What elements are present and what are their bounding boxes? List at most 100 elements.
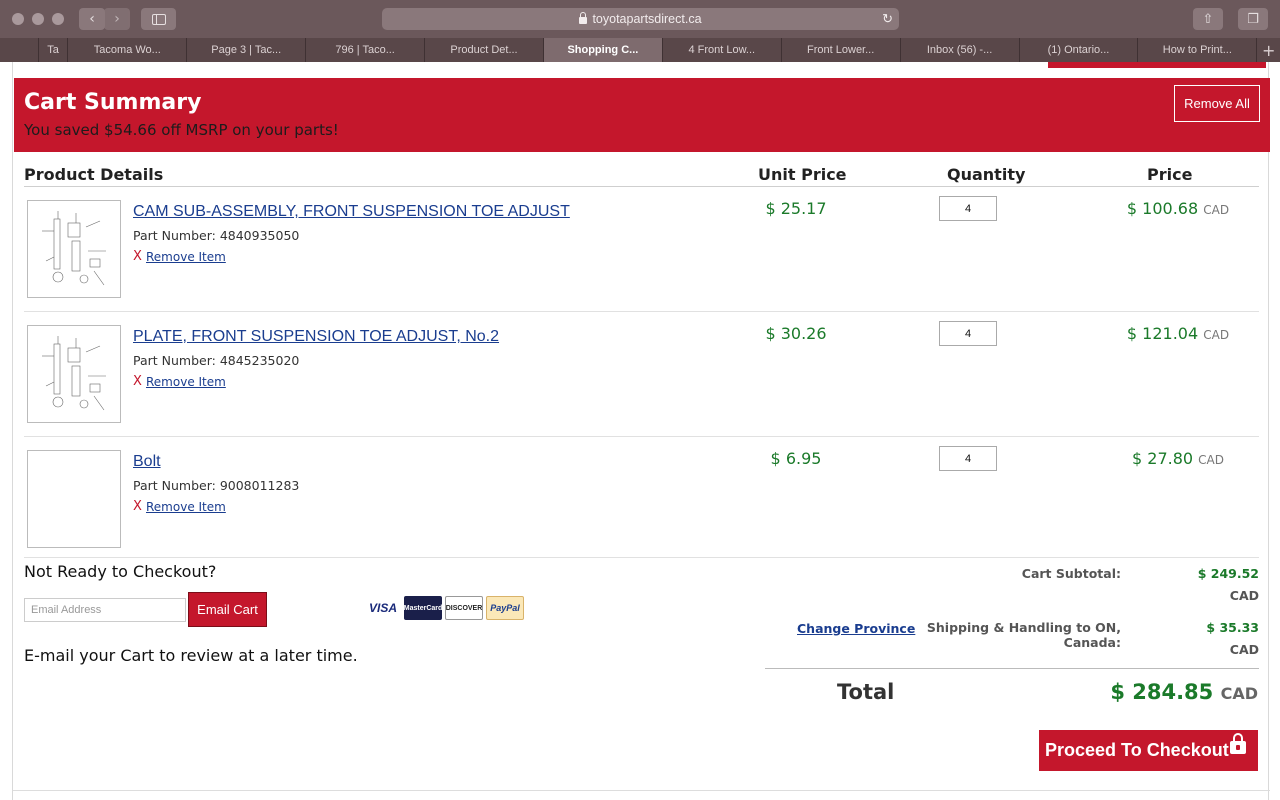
line-price: $ 27.80 CAD (1083, 449, 1273, 468)
share-icon: ⇧ (1202, 11, 1214, 27)
email-cart-button[interactable]: Email Cart (188, 592, 267, 627)
browser-tab[interactable]: Front Lower... (780, 38, 900, 62)
tab-spacer (0, 38, 38, 62)
tab-bar: Ta Tacoma Wo... Page 3 | Tac... 796 | Taco.… (0, 38, 1280, 62)
remove-x-icon[interactable]: X (133, 499, 142, 514)
remove-x-icon[interactable]: X (133, 249, 142, 264)
reload-icon[interactable]: ↻ (882, 11, 893, 27)
tabs-icon: ❐ (1247, 11, 1259, 27)
total-value: $ 284.85 (1110, 680, 1214, 704)
remove-all-button[interactable]: Remove All (1174, 85, 1260, 122)
line-price-currency: CAD (1203, 328, 1230, 342)
subtotal-value: $ 249.52 (1197, 566, 1259, 581)
product-name-link[interactable]: CAM SUB-ASSEMBLY, FRONT SUSPENSION TOE A… (133, 203, 570, 221)
forward-button[interactable]: › (104, 8, 130, 30)
share-button[interactable]: ⇧ (1193, 8, 1223, 30)
sidebar-icon (151, 13, 166, 25)
quantity-input[interactable]: 4 (939, 446, 997, 471)
total-amount: $ 284.85 CAD (1110, 680, 1258, 704)
line-price-value: $ 121.04 (1126, 324, 1199, 343)
chevron-right-icon: › (114, 11, 120, 27)
unit-price: $ 30.26 (765, 324, 827, 343)
column-header-unit-price: Unit Price (758, 165, 847, 184)
column-header-price: Price (1147, 165, 1193, 184)
savings-message: You saved $54.66 off MSRP on your parts! (24, 121, 339, 139)
product-name-link[interactable]: Bolt (133, 453, 161, 471)
zoom-window-button[interactable] (52, 13, 64, 25)
browser-tab[interactable]: Page 3 | Tac... (186, 38, 305, 62)
line-price-value: $ 100.68 (1126, 199, 1199, 218)
address-bar[interactable]: toyotapartsdirect.ca ↻ (382, 8, 899, 30)
part-number: Part Number: 4845235020 (133, 353, 300, 368)
page-content: Cart Summary You saved $54.66 off MSRP o… (12, 62, 1270, 800)
browser-tab[interactable]: 4 Front Low... (661, 38, 781, 62)
browser-tab[interactable]: Shopping C... (542, 38, 662, 62)
cart-summary-banner: Cart Summary You saved $54.66 off MSRP o… (14, 78, 1270, 152)
visa-icon: VISA (368, 601, 397, 615)
line-price: $ 100.68 CAD (1083, 199, 1273, 218)
quantity-input[interactable]: 4 (939, 321, 997, 346)
shipping-label: Shipping & Handling to ON, Canada: (926, 620, 1121, 650)
footer-divider (13, 790, 1270, 791)
new-tab-button[interactable]: + (1256, 38, 1280, 62)
header-button-fragment (1048, 62, 1266, 68)
tab-overview-button[interactable]: ❐ (1238, 8, 1268, 30)
checkout-label: Proceed To Checkout (1045, 740, 1229, 760)
shipping-value: $ 35.33 (1206, 620, 1259, 635)
line-price-currency: CAD (1203, 203, 1230, 217)
column-header-quantity: Quantity (947, 165, 1026, 184)
paypal-icon: PayPal (486, 596, 524, 620)
line-price-value: $ 27.80 (1132, 449, 1194, 468)
column-header-product: Product Details (24, 165, 164, 184)
product-thumbnail[interactable] (27, 200, 121, 298)
parts-diagram-icon (42, 336, 106, 411)
browser-tab[interactable]: Ta (37, 38, 68, 62)
shipping-currency: CAD (1229, 642, 1259, 657)
discover-icon: DISCOVER (445, 596, 483, 620)
row-divider (24, 557, 1259, 558)
proceed-to-checkout-button[interactable]: Proceed To Checkout (1039, 730, 1258, 771)
row-divider (24, 311, 1259, 312)
total-label: Total (837, 680, 895, 704)
header-divider (24, 186, 1259, 187)
browser-tab[interactable]: Tacoma Wo... (67, 38, 186, 62)
subtotal-label: Cart Subtotal: (1021, 566, 1121, 581)
product-thumbnail[interactable] (27, 325, 121, 423)
browser-tab[interactable]: Product Det... (424, 38, 543, 62)
product-name-link[interactable]: PLATE, FRONT SUSPENSION TOE ADJUST, No.2 (133, 328, 499, 346)
part-number: Part Number: 4840935050 (133, 228, 300, 243)
line-price: $ 121.04 CAD (1083, 324, 1273, 343)
browser-tab[interactable]: How to Print... (1137, 38, 1256, 62)
remove-item-link[interactable]: Remove Item (146, 375, 226, 389)
row-divider (24, 436, 1259, 437)
close-window-button[interactable] (12, 13, 24, 25)
browser-toolbar: ‹ › toyotapartsdirect.ca ↻ ⇧ ❐ (0, 0, 1280, 38)
line-price-currency: CAD (1198, 453, 1224, 467)
subtotal-currency: CAD (1229, 588, 1259, 603)
lock-icon (579, 11, 588, 24)
email-cart-message: E-mail your Cart to review at a later ti… (24, 646, 358, 665)
browser-chrome: ‹ › toyotapartsdirect.ca ↻ ⇧ ❐ Ta Tacoma … (0, 0, 1280, 62)
remove-item-link[interactable]: Remove Item (146, 500, 226, 514)
back-button[interactable]: ‹ (79, 8, 105, 30)
mastercard-icon: MasterCard (404, 596, 442, 620)
minimize-window-button[interactable] (32, 13, 44, 25)
remove-x-icon[interactable]: X (133, 374, 142, 389)
browser-tab[interactable]: Inbox (56) -... (899, 38, 1019, 62)
save-cart-heading: Not Ready to Checkout? (24, 562, 217, 581)
sidebar-toggle-button[interactable] (141, 8, 176, 30)
total-currency: CAD (1220, 684, 1258, 703)
unit-price: $ 25.17 (765, 199, 827, 218)
part-number: Part Number: 9008011283 (133, 478, 300, 493)
quantity-input[interactable]: 4 (939, 196, 997, 221)
product-thumbnail[interactable] (27, 450, 121, 548)
cart-summary-title: Cart Summary (24, 90, 202, 115)
browser-tab[interactable]: (1) Ontario... (1018, 38, 1138, 62)
remove-item-link[interactable]: Remove Item (146, 250, 226, 264)
total-divider (765, 668, 1259, 669)
url-text: toyotapartsdirect.ca (592, 12, 702, 26)
email-address-input[interactable]: Email Address (24, 598, 186, 622)
chevron-left-icon: ‹ (89, 11, 95, 27)
lock-icon (1230, 733, 1246, 754)
browser-tab[interactable]: 796 | Taco... (305, 38, 424, 62)
